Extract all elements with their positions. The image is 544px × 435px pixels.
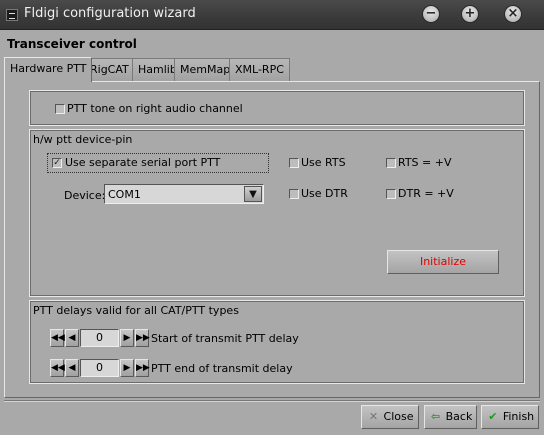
- close-button[interactable]: ✕ Close: [361, 405, 419, 429]
- title-bar[interactable]: Fldigi configuration wizard − + ×: [0, 0, 544, 30]
- start-delay-value[interactable]: 0: [80, 329, 119, 347]
- ptt-delays-group-label: PTT delays valid for all CAT/PTT types: [33, 304, 239, 317]
- start-delay-decrement-button[interactable]: ◀: [65, 329, 79, 347]
- use-dtr-checkbox[interactable]: [289, 189, 299, 199]
- use-rts-label: Use RTS: [301, 156, 346, 169]
- close-icon: ×: [507, 6, 519, 21]
- rts-v-checkbox[interactable]: [386, 158, 396, 168]
- use-dtr-label: Use DTR: [301, 187, 348, 200]
- chevron-down-icon[interactable]: ▼: [244, 186, 262, 202]
- section-title: Transceiver control: [7, 37, 137, 51]
- ptt-tone-checkbox[interactable]: [55, 104, 65, 114]
- finish-button-label: Finish: [502, 410, 535, 423]
- hw-ptt-group: h/w ptt device-pin ✓ Use separate serial…: [29, 129, 525, 297]
- ptt-tone-group: PTT tone on right audio channel: [29, 90, 525, 126]
- window-title: Fldigi configuration wizard: [24, 6, 196, 21]
- back-button[interactable]: ⇦ Back: [424, 405, 477, 429]
- tab-hardware-ptt[interactable]: Hardware PTT: [4, 57, 93, 82]
- ptt-tone-label: PTT tone on right audio channel: [67, 102, 243, 115]
- device-select[interactable]: COM1 ▼: [104, 184, 264, 204]
- ptt-delays-group: PTT delays valid for all CAT/PTT types ◀…: [29, 300, 525, 384]
- tab-memmap[interactable]: MemMap: [174, 58, 237, 81]
- tab-panel-hardware-ptt: PTT tone on right audio channel h/w ptt …: [4, 81, 540, 398]
- minimize-icon: −: [425, 6, 437, 21]
- end-delay-label: PTT end of transmit delay: [151, 362, 293, 375]
- end-delay-fast-decrement-button[interactable]: ◀◀: [50, 359, 65, 377]
- rts-v-label: RTS = +V: [398, 156, 452, 169]
- arrow-left-icon: ⇦: [431, 410, 441, 423]
- end-delay-fast-increment-button[interactable]: ▶▶: [135, 359, 150, 377]
- maximize-button[interactable]: +: [461, 5, 479, 23]
- tab-xml-rpc[interactable]: XML-RPC: [229, 58, 290, 81]
- start-delay-fast-decrement-button[interactable]: ◀◀: [50, 329, 65, 347]
- start-delay-fast-increment-button[interactable]: ▶▶: [135, 329, 150, 347]
- finish-button[interactable]: ✔ Finish: [481, 405, 539, 429]
- minimize-button[interactable]: −: [422, 5, 440, 23]
- close-window-button[interactable]: ×: [504, 5, 522, 23]
- x-icon: ✕: [368, 410, 379, 423]
- dtr-v-label: DTR = +V: [398, 187, 454, 200]
- app-icon: [6, 9, 18, 21]
- end-delay-value[interactable]: 0: [80, 359, 119, 377]
- start-delay-label: Start of transmit PTT delay: [151, 332, 299, 345]
- initialize-button[interactable]: Initialize: [387, 250, 499, 274]
- maximize-icon: +: [464, 6, 476, 21]
- footer-divider: [4, 400, 540, 402]
- device-label: Device:: [64, 189, 106, 202]
- use-serial-label: Use separate serial port PTT: [65, 156, 221, 169]
- device-value: COM1: [108, 188, 141, 201]
- use-serial-checkbox[interactable]: ✓: [52, 158, 62, 168]
- end-delay-increment-button[interactable]: ▶: [120, 359, 134, 377]
- checkmark-icon: ✔: [488, 410, 498, 423]
- dtr-v-checkbox[interactable]: [386, 189, 396, 199]
- close-button-label: Close: [383, 410, 414, 423]
- initialize-label: Initialize: [419, 255, 467, 268]
- hw-ptt-group-label: h/w ptt device-pin: [33, 133, 133, 146]
- back-button-label: Back: [445, 410, 473, 423]
- use-rts-checkbox[interactable]: [289, 158, 299, 168]
- start-delay-increment-button[interactable]: ▶: [120, 329, 134, 347]
- end-delay-decrement-button[interactable]: ◀: [65, 359, 79, 377]
